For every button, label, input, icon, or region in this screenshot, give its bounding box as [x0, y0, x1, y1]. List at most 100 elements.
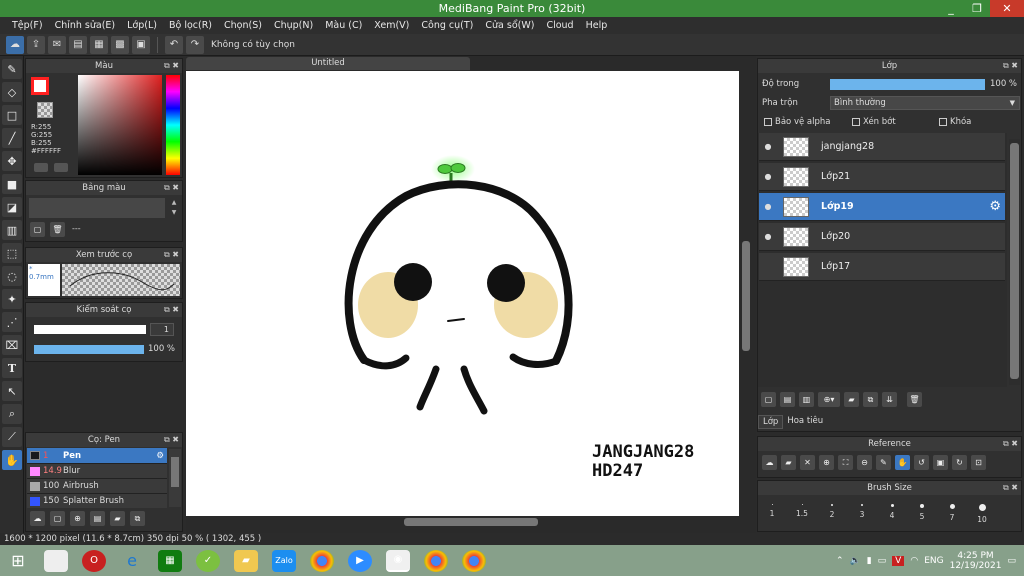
document-tab[interactable]: Untitled: [186, 57, 470, 70]
rotate-right-icon[interactable]: ↻: [952, 455, 967, 470]
eraser-tool-icon[interactable]: ◇: [2, 82, 22, 102]
menu-layer[interactable]: Lớp(L): [121, 20, 163, 31]
brush-item-airbrush[interactable]: 100 Airbrush: [27, 478, 167, 493]
open-folder-icon[interactable]: ▰: [781, 455, 796, 470]
rotate-left-icon[interactable]: ↺: [914, 455, 929, 470]
dropper-tool-icon[interactable]: ⌕: [2, 404, 22, 424]
add-layer-menu-icon[interactable]: ⊕▾: [818, 392, 840, 407]
brush-size-preset[interactable]: 5: [908, 496, 936, 532]
folder-icon[interactable]: ▰: [110, 511, 125, 526]
brush-size-preset[interactable]: 2: [818, 496, 846, 532]
panel-controls-icon[interactable]: ⧉ ✖: [164, 248, 179, 262]
merge-layer-icon[interactable]: ⇊: [882, 392, 897, 407]
menu-snap[interactable]: Chụp(N): [268, 20, 319, 31]
operation-tool-icon[interactable]: ↖: [2, 381, 22, 401]
text-tool-icon[interactable]: T: [2, 358, 22, 378]
color-swap-icon[interactable]: [54, 163, 68, 172]
fill-rect-tool-icon[interactable]: ■: [2, 174, 22, 194]
new-layer-icon[interactable]: ▢: [761, 392, 776, 407]
add-brush-icon[interactable]: ⊕: [70, 511, 85, 526]
close-button[interactable]: ✕: [990, 0, 1024, 17]
layer-row-active[interactable]: ● Lớp19 ⚙: [759, 193, 1005, 221]
palette-scroll-icon[interactable]: ▲ ▼: [169, 198, 179, 218]
hand-tool-icon[interactable]: ✋: [2, 450, 22, 470]
chevron-up-icon[interactable]: ⌃: [836, 556, 844, 566]
brush-list-scrollbar[interactable]: [169, 449, 181, 507]
delete-layer-icon[interactable]: 🗑: [907, 392, 922, 407]
menu-window[interactable]: Cửa sổ(W): [479, 20, 540, 31]
new-layer-8bit-icon[interactable]: ▤: [780, 392, 795, 407]
store-icon[interactable]: ▦: [158, 549, 182, 572]
hand-icon[interactable]: ✋: [895, 455, 910, 470]
select-rect-tool-icon[interactable]: ⬚: [2, 243, 22, 263]
lasso-tool-icon[interactable]: ◌: [2, 266, 22, 286]
menu-help[interactable]: Help: [580, 20, 614, 31]
menu-filter[interactable]: Bộ lọc(R): [163, 20, 218, 31]
menu-tools[interactable]: Công cụ(T): [415, 20, 479, 31]
brush-size-slider[interactable]: [34, 325, 146, 334]
upload-icon[interactable]: ⇪: [27, 35, 45, 54]
brush-item-blur[interactable]: 14.9 Blur: [27, 463, 167, 478]
tab-navigator[interactable]: Hoa tiêu: [783, 415, 827, 429]
network-icon[interactable]: ▮: [867, 556, 872, 566]
language-indicator[interactable]: ENG: [924, 556, 943, 566]
zalo-icon[interactable]: Zalo: [272, 549, 296, 572]
close-icon[interactable]: ✕: [800, 455, 815, 470]
panel-controls-icon[interactable]: ⧉ ✖: [1003, 481, 1018, 495]
brush-tool-icon[interactable]: ✎: [2, 59, 22, 79]
new-palette-icon[interactable]: ▢: [30, 222, 45, 237]
visibility-icon[interactable]: ●: [759, 172, 777, 181]
undo-icon[interactable]: ↶: [165, 35, 183, 54]
rect-tool-icon[interactable]: □: [2, 105, 22, 125]
panel-controls-icon[interactable]: ⧉ ✖: [164, 59, 179, 73]
edit-brush-icon[interactable]: ▤: [90, 511, 105, 526]
horizontal-scrollbar[interactable]: [186, 516, 739, 528]
move-tool-icon[interactable]: ✥: [2, 151, 22, 171]
cloud-brush-icon[interactable]: ☁: [30, 511, 45, 526]
primary-color-swatch[interactable]: [31, 77, 49, 95]
chrome-icon[interactable]: [310, 549, 334, 572]
file-icon[interactable]: [44, 549, 68, 572]
opera-icon[interactable]: O: [82, 549, 106, 572]
chrome-profile-icon[interactable]: [424, 549, 448, 572]
new-brush-icon[interactable]: ▢: [50, 511, 65, 526]
select-pen-tool-icon[interactable]: ⋰: [2, 312, 22, 332]
dropper-icon[interactable]: ✎: [876, 455, 891, 470]
brush-size-preset[interactable]: 3: [848, 496, 876, 532]
gradient-tool-icon[interactable]: ▥: [2, 220, 22, 240]
protect-alpha-checkbox[interactable]: Bảo vệ alpha: [764, 117, 830, 127]
windows-start-icon[interactable]: ⊞: [6, 550, 30, 572]
maximize-button[interactable]: ❐: [962, 0, 992, 17]
cloud-icon[interactable]: ☁: [6, 35, 24, 54]
layer-row[interactable]: ● jangjang28: [759, 133, 1005, 161]
menu-view[interactable]: Xem(V): [368, 20, 415, 31]
select-eraser-tool-icon[interactable]: ⌧: [2, 335, 22, 355]
grid-icon[interactable]: ▩: [111, 35, 129, 54]
volume-icon[interactable]: 🔈: [849, 556, 860, 566]
lock-checkbox[interactable]: Khóa: [939, 117, 971, 127]
fullscreen-icon[interactable]: ▣: [933, 455, 948, 470]
notification-icon[interactable]: ▭: [1007, 556, 1016, 566]
file-explorer-icon[interactable]: ▰: [234, 549, 258, 572]
panel-controls-icon[interactable]: ⧉ ✖: [1003, 437, 1018, 451]
cc-cleaner-icon[interactable]: ✓: [196, 549, 220, 572]
visibility-icon[interactable]: ●: [759, 202, 777, 211]
zoom-out-icon[interactable]: ⊖: [857, 455, 872, 470]
battery-icon[interactable]: ▭: [878, 556, 887, 566]
blend-mode-select[interactable]: Bình thường ▼: [830, 96, 1020, 110]
secondary-color-swatch[interactable]: [37, 102, 53, 118]
fit-icon[interactable]: ⛶: [838, 455, 853, 470]
new-layer-1bit-icon[interactable]: ▥: [799, 392, 814, 407]
lock-icon[interactable]: ⊡: [971, 455, 986, 470]
panel-controls-icon[interactable]: ⧉ ✖: [164, 433, 179, 447]
zoom-in-icon[interactable]: ⊕: [819, 455, 834, 470]
brush-size-preset[interactable]: 7: [938, 496, 966, 532]
clock[interactable]: 4:25 PM 12/19/2021: [950, 551, 1002, 571]
panel-controls-icon[interactable]: ⧉ ✖: [1003, 59, 1018, 73]
wifi-icon[interactable]: ◠: [910, 556, 918, 566]
edge-icon[interactable]: e: [120, 550, 144, 572]
vertical-scrollbar[interactable]: [740, 71, 752, 516]
brush-item-splatter[interactable]: 150 Splatter Brush: [27, 493, 167, 508]
drawing-canvas[interactable]: JANGJANG28 HD247: [186, 71, 739, 516]
cloud-icon[interactable]: ☁: [762, 455, 777, 470]
